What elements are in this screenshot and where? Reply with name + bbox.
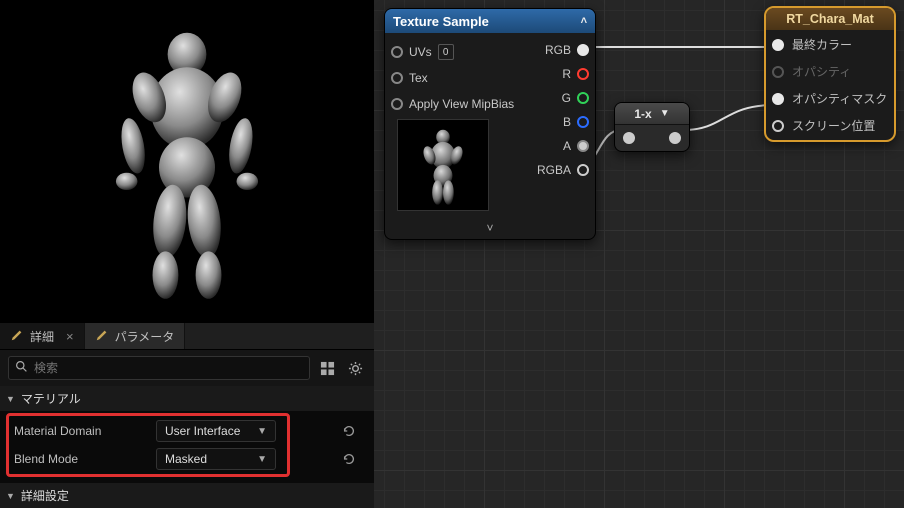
pin-apply-mipbias[interactable]: Apply View MipBias [391,91,521,117]
pin-r[interactable]: R [562,67,589,81]
material-domain-dropdown[interactable]: User Interface ▼ [156,420,276,442]
input-pin[interactable] [391,46,403,58]
prop-material-domain: Material Domain User Interface ▼ [8,417,366,445]
output-pin[interactable] [577,140,589,152]
input-pin[interactable] [391,98,403,110]
node-header[interactable]: Texture Sample ˄ [385,9,595,33]
pin-g[interactable]: G [562,91,589,105]
prop-label: Blend Mode [8,452,148,466]
chevron-down-icon: ▼ [257,426,267,437]
texture-thumbnail[interactable] [397,119,489,211]
pin-label: UVs [409,45,432,59]
tab-details[interactable]: 詳細 × [0,323,85,349]
pin-label: B [563,115,571,129]
grid-view-icon[interactable] [316,357,338,379]
pin-tex[interactable]: Tex [391,65,521,91]
pin-label: オパシティマスク [792,90,887,107]
dropdown-value: User Interface [165,424,240,438]
pin-a[interactable]: A [563,139,589,153]
pin-screen-position[interactable]: スクリーン位置 [772,117,888,134]
node-texture-sample[interactable]: Texture Sample ˄ UVs 0 Tex Apply View Mi… [384,8,596,240]
section-material[interactable]: ▼ マテリアル [0,386,374,411]
material-properties: Material Domain User Interface ▼ Blend M… [0,411,374,483]
output-pin[interactable] [577,44,589,56]
pin-rgb[interactable]: RGB [545,43,589,57]
pin-label: オパシティ [792,63,851,80]
input-pin[interactable] [772,93,784,105]
pin-label: RGBA [537,163,571,177]
chevron-down-icon: ▼ [6,394,15,404]
blend-mode-dropdown[interactable]: Masked ▼ [156,448,276,470]
chevron-down-icon: ▼ [6,491,15,501]
output-pin[interactable] [577,68,589,80]
pin-label: RGB [545,43,571,57]
node-header[interactable]: RT_Chara_Mat [766,8,894,30]
material-preview-viewport[interactable] [0,0,374,323]
tab-parameters[interactable]: パラメータ [85,323,186,349]
node-title: RT_Chara_Mat [786,12,874,26]
brush-icon [10,328,24,345]
material-graph-canvas[interactable]: Texture Sample ˄ UVs 0 Tex Apply View Mi… [374,0,904,508]
input-pin[interactable] [772,39,784,51]
input-pin[interactable] [623,132,635,144]
pin-uvs[interactable]: UVs 0 [391,39,521,65]
chevron-down-icon[interactable]: ˅ [385,219,595,239]
collapse-icon[interactable]: ˄ [581,15,587,27]
node-material-output[interactable]: RT_Chara_Mat 最終カラー オパシティ オパシティマスク スクリーン位… [764,6,896,142]
details-tab-bar: 詳細 × パラメータ [0,323,374,350]
tab-details-label: 詳細 [30,328,54,345]
search-input[interactable] [34,361,303,375]
left-panel: 詳細 × パラメータ ▼ マテリアル Material Dom [0,0,374,508]
chevron-down-icon: ▼ [257,454,267,465]
close-icon[interactable]: × [66,329,74,344]
dropdown-value: Masked [165,452,207,466]
output-pin[interactable] [577,164,589,176]
node-title: 1-x [634,107,651,121]
prop-blend-mode: Blend Mode Masked ▼ [8,445,366,473]
input-pin[interactable] [391,72,403,84]
pin-label: G [562,91,571,105]
output-pin[interactable] [577,92,589,104]
section-advanced[interactable]: ▼ 詳細設定 [0,483,374,508]
brush-icon [95,328,109,345]
section-advanced-label: 詳細設定 [21,487,69,504]
node-one-minus[interactable]: 1-x ▼ [614,102,690,152]
pin-label: 最終カラー [792,36,852,53]
node-header[interactable]: 1-x ▼ [615,103,689,125]
pin-label: Tex [409,71,428,85]
search-box[interactable] [8,356,310,380]
pin-label: A [563,139,571,153]
pin-rgba[interactable]: RGBA [537,163,589,177]
output-pin[interactable] [577,116,589,128]
output-pin[interactable] [669,132,681,144]
prop-label: Material Domain [8,424,148,438]
chevron-down-icon[interactable]: ▼ [660,108,670,119]
mannequin-preview [77,22,297,302]
reset-to-default-button[interactable] [338,448,360,470]
input-pin[interactable] [772,66,784,78]
pin-final-color[interactable]: 最終カラー [772,36,888,53]
input-pin[interactable] [772,120,784,132]
tab-parameters-label: パラメータ [115,328,175,345]
pin-opacity[interactable]: オパシティ [772,63,888,80]
reset-to-default-button[interactable] [338,420,360,442]
gear-icon[interactable] [344,357,366,379]
uv-index[interactable]: 0 [438,44,454,60]
pin-label: スクリーン位置 [792,117,875,134]
search-icon [15,360,28,376]
pin-opacity-mask[interactable]: オパシティマスク [772,90,888,107]
pin-b[interactable]: B [563,115,589,129]
pin-label: Apply View MipBias [409,97,514,111]
pin-label: R [562,67,571,81]
section-material-label: マテリアル [21,390,81,407]
search-row [0,350,374,386]
node-title: Texture Sample [393,14,489,29]
